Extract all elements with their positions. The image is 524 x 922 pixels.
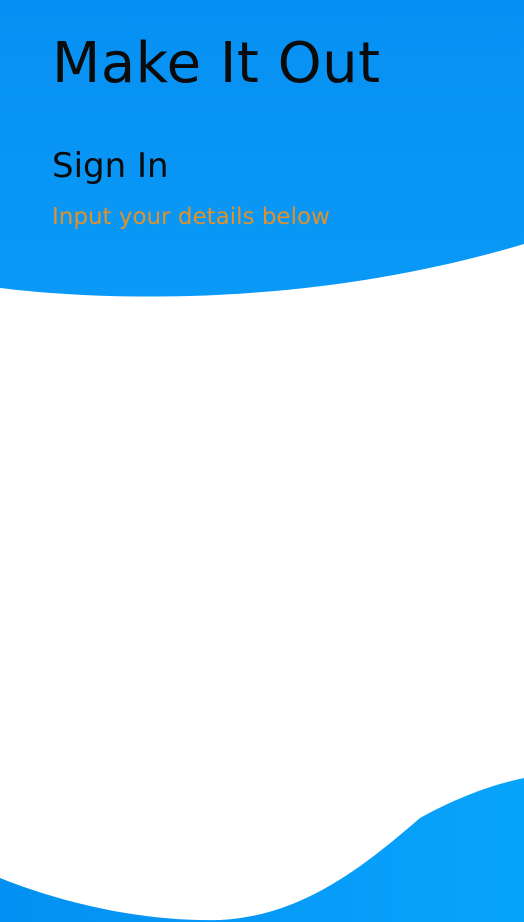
app-title: Make It Out <box>52 31 381 96</box>
sign-in-subtitle: Input your details below <box>52 204 330 230</box>
footer-wave-background <box>0 778 524 922</box>
sign-in-heading: Sign In <box>52 146 169 186</box>
sign-in-screen: Make It Out Sign In Input your details b… <box>0 0 524 922</box>
form-area <box>0 300 524 770</box>
